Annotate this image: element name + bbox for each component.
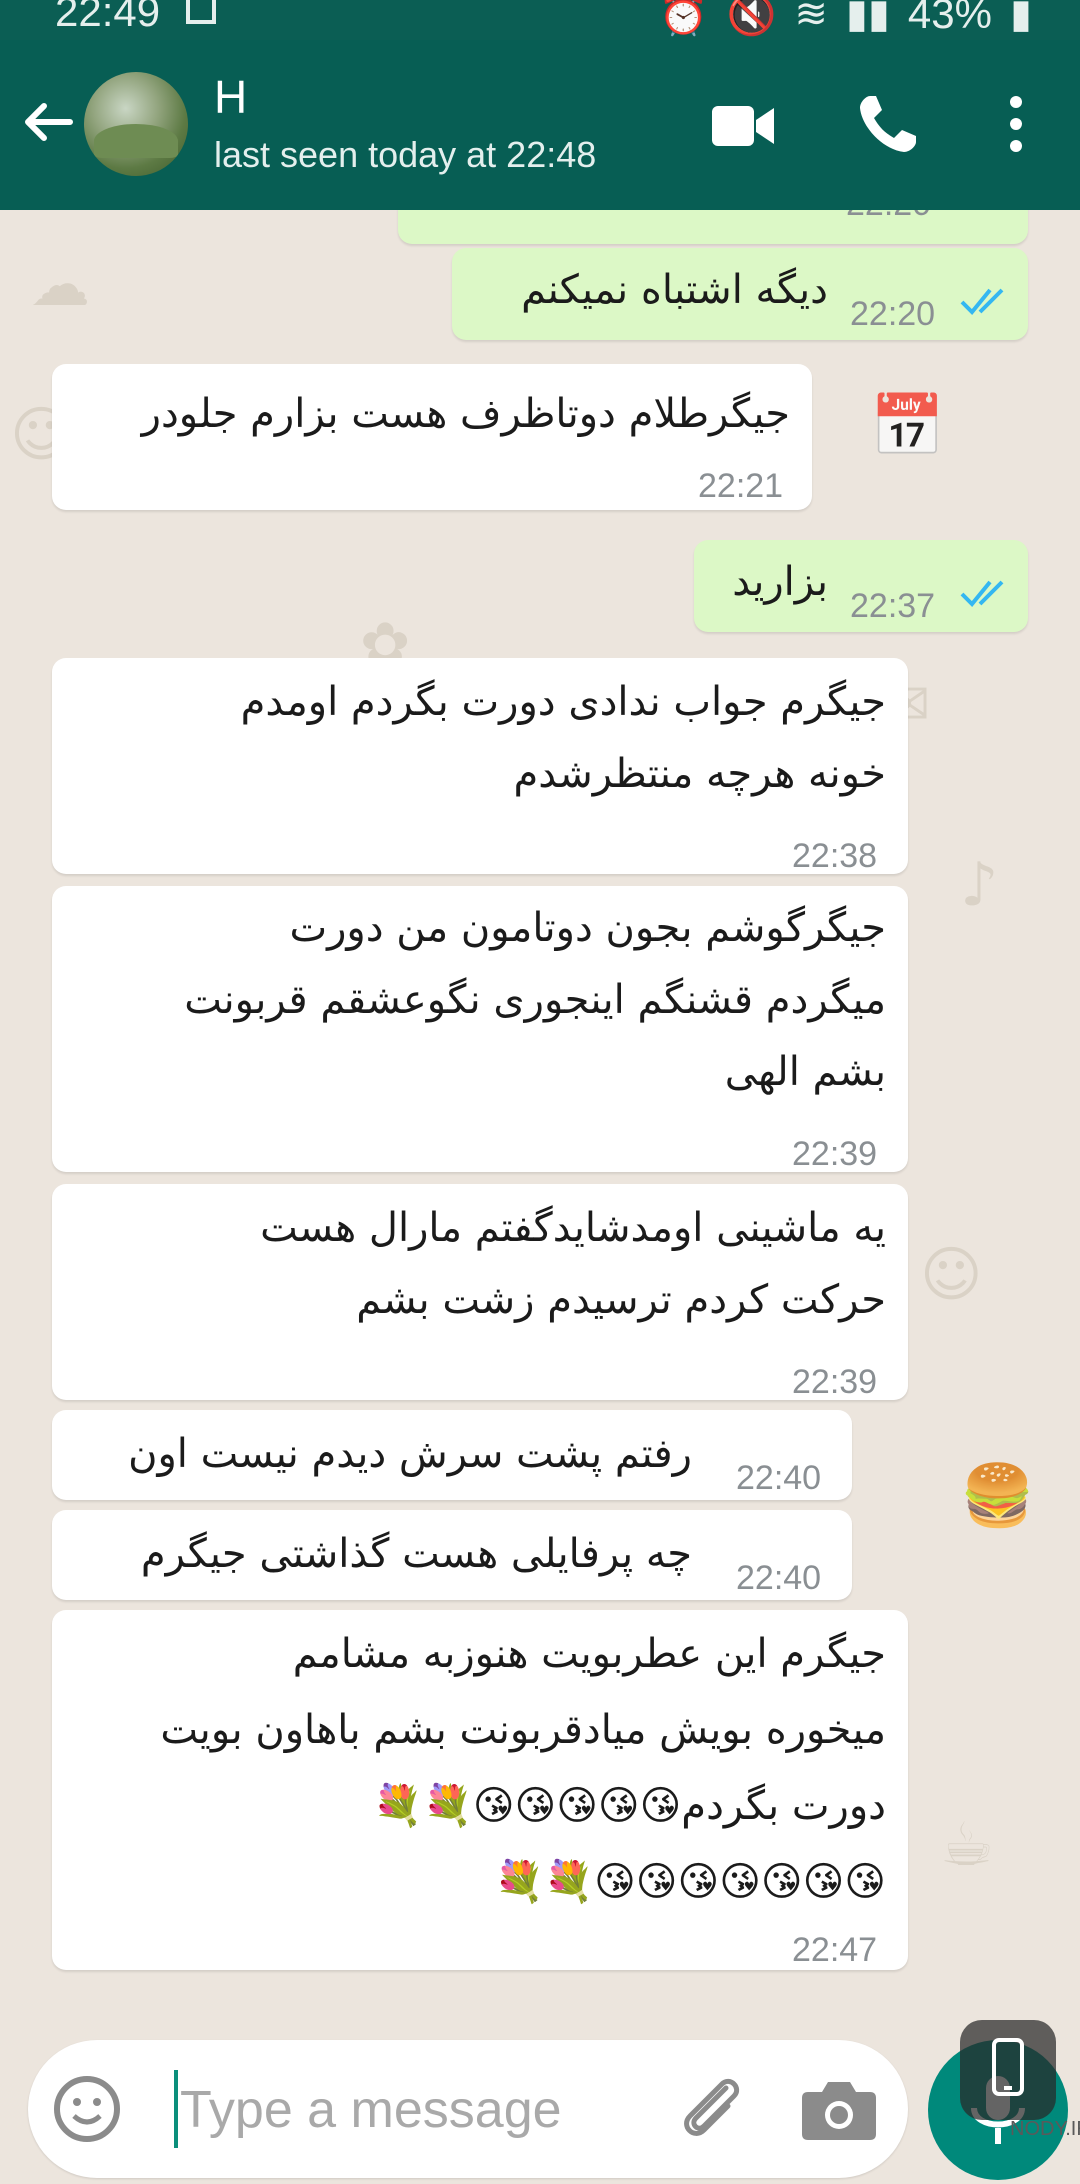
paperclip-icon xyxy=(684,2078,740,2136)
doodle-decoration: ☁ xyxy=(30,250,90,320)
message-line: حرکت کردم ترسیدم زشت بشم xyxy=(356,1277,886,1323)
message-time: 22:20 xyxy=(850,295,936,333)
attach-button[interactable] xyxy=(668,2066,750,2148)
message-line: یه ماشینی اومدشایدگفتم مارال هست xyxy=(260,1205,886,1251)
message-bubble-incoming[interactable]: جیگرگوشم بجون دوتامون من دورت میگردم قشن… xyxy=(52,886,908,1173)
message-bubble-incoming[interactable]: چه پرفایلی هست گذاشتی جیگرم 22:40 xyxy=(52,1510,852,1600)
mute-icon: 🔇 xyxy=(726,0,777,37)
message-line: میگردم قشنگم اینجوری نگوعشقم قربونت xyxy=(184,977,886,1023)
doodle-decoration: ☕ xyxy=(940,1810,994,1880)
message-time: 22:38 xyxy=(792,837,878,875)
message-text: رفتم پشت سرش دیدم نیست اون xyxy=(128,1431,692,1477)
message-bubble-incoming[interactable]: یه ماشینی اومدشایدگفتم مارال هست حرکت کر… xyxy=(52,1184,908,1401)
message-line: میخوره بویش میادقربونت بشم باهاون بویت xyxy=(160,1707,886,1753)
message-composer xyxy=(28,2040,908,2178)
message-line: دورت بگردم😘😘😘😘😘💐💐 xyxy=(373,1783,886,1829)
message-bubble-outgoing[interactable]: دیگه اشتباه نمیکنم 22:20 xyxy=(452,248,1028,340)
message-bubble-incoming[interactable]: رفتم پشت سرش دیدم نیست اون 22:40 xyxy=(52,1410,852,1500)
message-text: یه ماشینی اومدشایدگفتم مارال هست حرکت کر… xyxy=(260,1192,886,1336)
signal-icon: ▮▮ xyxy=(845,0,890,36)
chat-area[interactable]: ☁ ☺ 📅 ✉ ♪ ☺ 🍔 ☕ ✿ 22:20 دیگه اشتباه نمیک… xyxy=(0,210,1080,2030)
message-time: 22:47 xyxy=(792,1931,878,1969)
more-options-button[interactable] xyxy=(996,92,1036,156)
camera-button[interactable] xyxy=(798,2070,880,2148)
watermark: NODY.IR xyxy=(1010,2118,1080,2140)
message-bubble-outgoing[interactable]: 22:20 xyxy=(398,210,1028,244)
doodle-decoration: ☺ xyxy=(920,1240,983,1310)
camera-icon xyxy=(802,2082,876,2140)
video-call-icon xyxy=(712,106,774,146)
phone-icon xyxy=(860,96,916,152)
message-line: خونه هرچه منتظرشدم xyxy=(513,751,886,797)
more-vertical-icon xyxy=(1010,96,1022,152)
back-arrow-icon xyxy=(25,103,73,141)
message-input[interactable] xyxy=(178,2068,582,2152)
status-bar: 22:49 ⏰ 🔇 ≋ ▮▮ 43% ▮ xyxy=(0,0,1080,40)
chat-header: H last seen today at 22:48 xyxy=(0,40,1080,210)
status-icons: ⏰ 🔇 ≋ ▮▮ 43% ▮ xyxy=(659,0,1032,38)
message-text: جیگرم جواب ندادی دورت بگردم اومدم خونه ه… xyxy=(241,666,886,810)
watermark-phone-icon xyxy=(960,2020,1056,2120)
battery-icon: ▮ xyxy=(1009,0,1032,36)
wifi-icon: ≋ xyxy=(794,0,828,36)
message-line: جیگرگوشم بجون دوتامون من دورت xyxy=(289,905,886,951)
message-time: 22:37 xyxy=(850,587,936,625)
emoji-icon xyxy=(54,2076,120,2142)
last-seen-status: last seen today at 22:48 xyxy=(214,134,597,175)
message-line: جیگرم جواب ندادی دورت بگردم اومدم xyxy=(240,679,886,725)
message-text: چه پرفایلی هست گذاشتی جیگرم xyxy=(140,1531,692,1577)
message-text: بزارید xyxy=(732,559,828,605)
message-bubble-incoming[interactable]: جیگرطلام دوتاظرف هست بزارم جلودر 22:21 xyxy=(52,364,812,510)
read-receipt-icon xyxy=(960,580,1004,607)
message-text: جیگرطلام دوتاظرف هست بزارم جلودر xyxy=(141,391,790,437)
back-button[interactable] xyxy=(18,92,78,152)
alarm-icon: ⏰ xyxy=(658,0,709,37)
message-time: 22:40 xyxy=(736,1559,822,1597)
doodle-decoration: 🍔 xyxy=(960,1461,1035,1531)
message-time: 22:20 xyxy=(846,210,931,240)
doodle-decoration: 📅 xyxy=(870,391,945,461)
message-text: جیگرم این عطربویت هنوزبه مشامم میخوره بو… xyxy=(160,1616,886,1920)
message-line: 😘😘😘😘😘😘😘💐💐 xyxy=(494,1859,886,1905)
contact-name[interactable]: H xyxy=(214,70,247,124)
message-bubble-incoming[interactable]: جیگرم این عطربویت هنوزبه مشامم میخوره بو… xyxy=(52,1610,908,1970)
message-text: دیگه اشتباه نمیکنم xyxy=(521,267,828,313)
message-text: جیگرگوشم بجون دوتامون من دورت میگردم قشن… xyxy=(184,892,886,1108)
message-time: 22:40 xyxy=(736,1459,822,1497)
voice-call-button[interactable] xyxy=(856,92,920,156)
message-time: 22:39 xyxy=(792,1363,878,1401)
avatar[interactable] xyxy=(84,72,188,176)
message-line: بشم الهی xyxy=(724,1049,886,1095)
status-time: 22:49 xyxy=(55,0,161,35)
message-bubble-outgoing[interactable]: بزارید 22:37 xyxy=(694,540,1028,632)
battery-percent: 43% xyxy=(907,0,992,37)
message-time: 22:39 xyxy=(792,1135,878,1173)
doodle-decoration: ♪ xyxy=(960,850,999,920)
emoji-button[interactable] xyxy=(48,2070,126,2148)
message-line: جیگرم این عطربویت هنوزبه مشامم xyxy=(292,1631,886,1677)
read-receipt-icon xyxy=(960,288,1004,315)
message-bubble-incoming[interactable]: جیگرم جواب ندادی دورت بگردم اومدم خونه ه… xyxy=(52,658,908,875)
message-time: 22:21 xyxy=(698,467,784,505)
gallery-notification-icon xyxy=(186,0,216,24)
video-call-button[interactable] xyxy=(710,102,776,150)
